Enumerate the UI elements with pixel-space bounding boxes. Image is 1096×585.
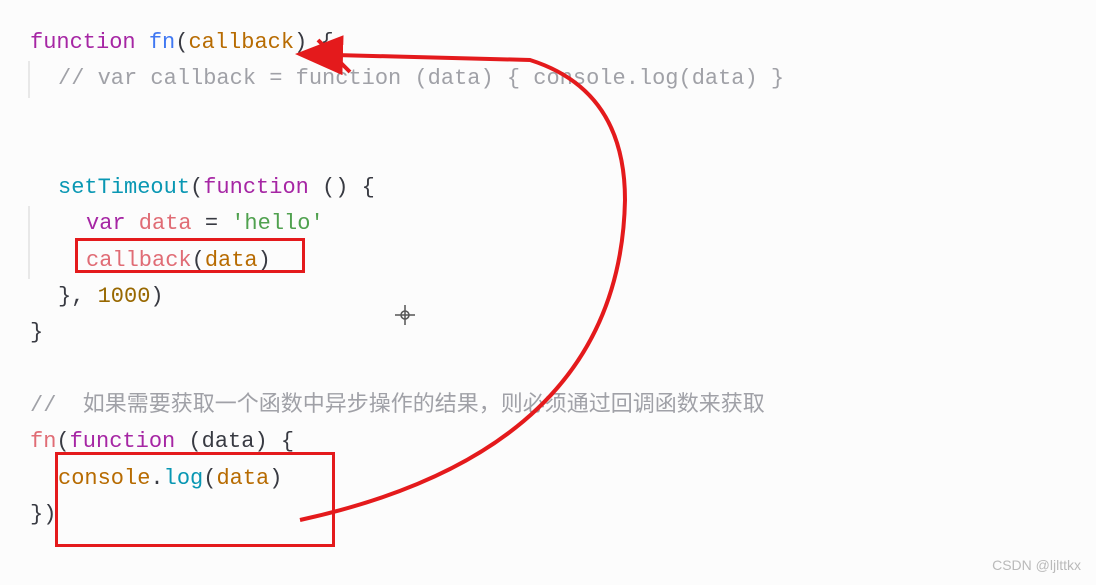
arg-data: data bbox=[216, 466, 269, 491]
param-callback: callback bbox=[188, 30, 294, 55]
fn-call: fn bbox=[30, 429, 56, 454]
code-line-7: callback(data) bbox=[28, 243, 1066, 279]
keyword-function: function bbox=[203, 175, 309, 200]
string-literal: 'hello' bbox=[231, 211, 323, 236]
keyword-function: function bbox=[30, 30, 136, 55]
keyword-function: function bbox=[70, 429, 176, 454]
close-paren: ) bbox=[269, 466, 282, 491]
code-line-6: var data = 'hello' bbox=[28, 206, 1066, 242]
code-line-9: } bbox=[30, 315, 1066, 351]
code-line-13: console.log(data) bbox=[30, 461, 1066, 497]
code-line-1: function fn(callback) { bbox=[30, 25, 1066, 61]
open-paren: ( bbox=[203, 466, 216, 491]
equals: = bbox=[192, 211, 232, 236]
code-line-3 bbox=[30, 98, 1066, 134]
params: () bbox=[309, 175, 349, 200]
comment-chinese: // 如果需要获取一个函数中异步操作的结果，则必须通过回调函数来获取 bbox=[30, 393, 765, 418]
console: console bbox=[58, 466, 150, 491]
close-brace: } bbox=[30, 320, 43, 345]
keyword-var: var bbox=[86, 211, 126, 236]
arg-data: data bbox=[205, 248, 258, 273]
code-block: function fn(callback) { // var callback … bbox=[30, 25, 1066, 533]
dot: . bbox=[150, 466, 163, 491]
callback-call: callback bbox=[86, 248, 192, 273]
var-name: data bbox=[126, 211, 192, 236]
open-paren: ( bbox=[190, 175, 203, 200]
close-paren: ) bbox=[150, 284, 163, 309]
settimeout: setTimeout bbox=[58, 175, 190, 200]
open-brace: { bbox=[307, 30, 333, 55]
code-line-11: // 如果需要获取一个函数中异步操作的结果，则必须通过回调函数来获取 bbox=[30, 388, 1066, 424]
close-paren: ) bbox=[258, 248, 271, 273]
open-brace: { bbox=[348, 175, 374, 200]
open-brace: { bbox=[268, 429, 294, 454]
open-paren: ( bbox=[175, 30, 188, 55]
code-line-4 bbox=[30, 134, 1066, 170]
open-paren: ( bbox=[192, 248, 205, 273]
params: (data) bbox=[175, 429, 267, 454]
close-brace: } bbox=[30, 502, 43, 527]
close-paren: ) bbox=[294, 30, 307, 55]
watermark-text: CSDN @ljlttkx bbox=[992, 554, 1081, 577]
open-paren: ( bbox=[56, 429, 69, 454]
log-method: log bbox=[164, 466, 204, 491]
code-line-14: }) bbox=[30, 497, 1066, 533]
code-line-12: fn(function (data) { bbox=[30, 424, 1066, 460]
code-line-2: // var callback = function (data) { cons… bbox=[28, 61, 1066, 97]
code-line-8: }, 1000) bbox=[30, 279, 1066, 315]
cursor-crosshair-icon bbox=[395, 305, 415, 337]
function-name: fn bbox=[149, 30, 175, 55]
comment: // var callback = function (data) { cons… bbox=[58, 66, 784, 91]
code-line-5: setTimeout(function () { bbox=[30, 170, 1066, 206]
comma: , bbox=[71, 284, 97, 309]
close-brace: } bbox=[58, 284, 71, 309]
close-paren: ) bbox=[43, 502, 56, 527]
number: 1000 bbox=[98, 284, 151, 309]
code-line-10 bbox=[30, 352, 1066, 388]
